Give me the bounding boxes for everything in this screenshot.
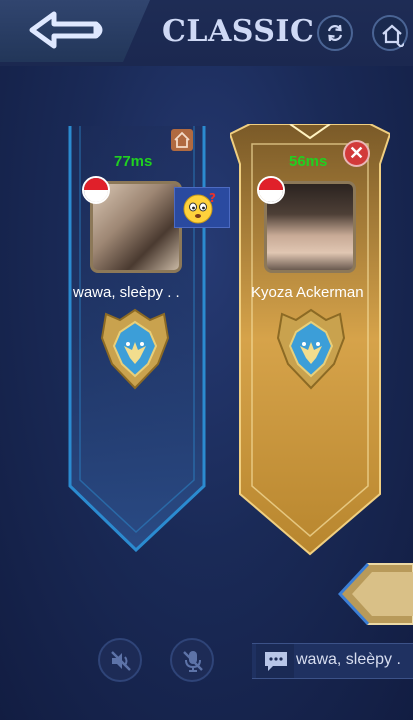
back-button[interactable] — [0, 0, 150, 62]
player-2-name: Kyoza Ackerman — [251, 284, 364, 301]
chat-bar[interactable]: wawa, sleèpy . — [252, 643, 413, 679]
refresh-icon — [327, 24, 343, 42]
mode-title: CLASSIC — [162, 14, 315, 49]
player-1-ping: 77ms — [114, 153, 153, 170]
home-icon — [382, 24, 404, 47]
kick-button[interactable]: ✕ — [343, 140, 370, 167]
top-bar: CLASSIC — [0, 0, 413, 66]
player-1-flag-icon — [82, 176, 110, 204]
svg-text:?: ? — [209, 191, 216, 205]
mic-mute-button[interactable] — [170, 638, 214, 682]
chat-bubble-icon — [265, 652, 287, 671]
speaker-mute-button[interactable] — [98, 638, 142, 682]
speaker-off-icon — [111, 651, 131, 671]
confused-face-icon: ? — [183, 191, 216, 224]
player-2-rank-emblem-icon — [276, 308, 346, 390]
player-2-ping: 56ms — [289, 153, 328, 170]
emoji-reaction: ? — [174, 187, 230, 228]
chat-last-message: wawa, sleèpy . — [296, 651, 401, 668]
home-button[interactable] — [372, 15, 408, 51]
refresh-button[interactable] — [317, 15, 353, 51]
mic-off-icon — [183, 651, 203, 672]
room-owner-badge — [171, 129, 193, 151]
player-1-name: wawa, sleèpy . . — [73, 284, 180, 301]
back-arrow-icon — [29, 11, 103, 49]
start-arrow-button[interactable] — [338, 562, 413, 626]
chat-button[interactable] — [256, 644, 294, 678]
player-2-flag-icon — [257, 176, 285, 204]
house-icon — [174, 131, 190, 148]
player-1-rank-emblem-icon — [100, 308, 170, 390]
